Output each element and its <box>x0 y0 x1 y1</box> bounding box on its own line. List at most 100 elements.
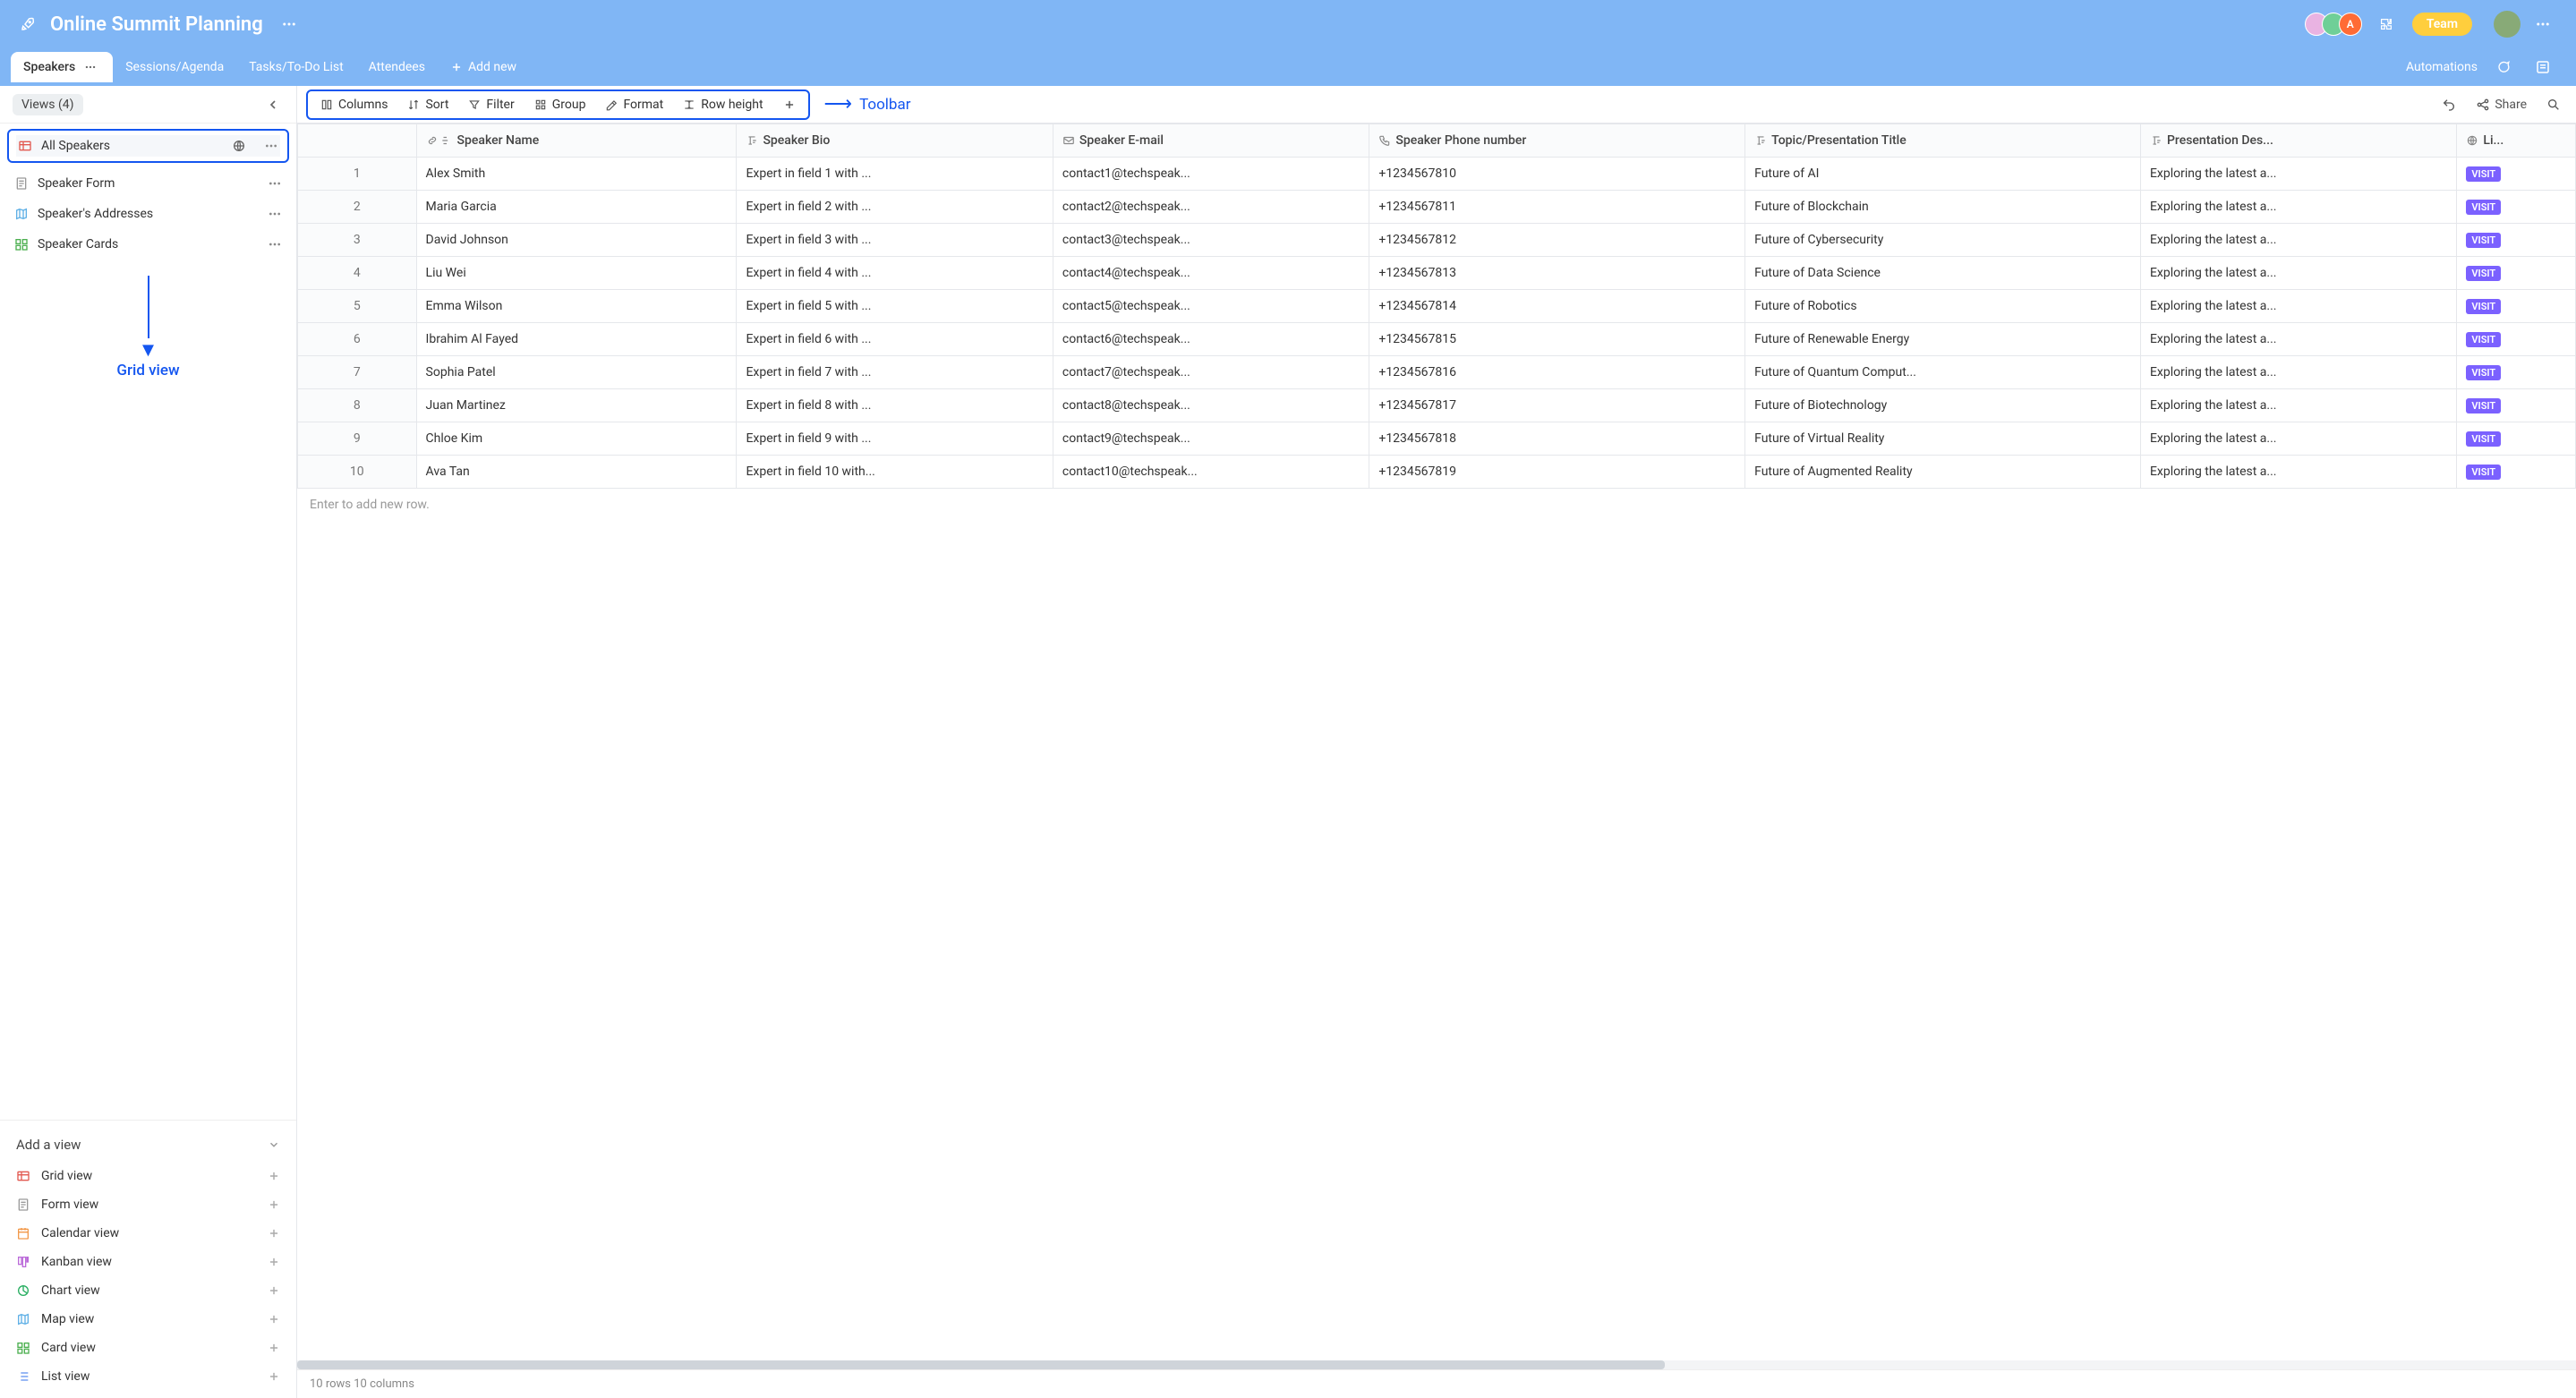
cell-topic[interactable]: Future of Quantum Comput... <box>1745 356 2141 389</box>
cell-description[interactable]: Exploring the latest a... <box>2140 422 2456 456</box>
tab-attendees[interactable]: Attendees <box>356 52 438 82</box>
table-row[interactable]: 8Juan MartinezExpert in field 8 with ...… <box>298 389 2576 422</box>
cell-email[interactable]: contact3@techspeak... <box>1053 224 1369 257</box>
cell-link[interactable]: VISIT <box>2457 158 2576 191</box>
column-header[interactable]: Speaker E-mail <box>1053 124 1369 158</box>
cell-link[interactable]: VISIT <box>2457 257 2576 290</box>
share-button[interactable]: Share <box>2471 93 2531 116</box>
cell-topic[interactable]: Future of Data Science <box>1745 257 2141 290</box>
cell-topic[interactable]: Future of Virtual Reality <box>1745 422 2141 456</box>
visit-badge[interactable]: VISIT <box>2466 266 2501 281</box>
add-row-prompt[interactable]: Enter to add new row. <box>297 489 2576 521</box>
toolbar-add-button[interactable] <box>774 94 805 115</box>
cell-link[interactable]: VISIT <box>2457 422 2576 456</box>
cell-link[interactable]: VISIT <box>2457 224 2576 257</box>
search-button[interactable] <box>2542 93 2565 116</box>
cell-email[interactable]: contact6@techspeak... <box>1053 323 1369 356</box>
cell-description[interactable]: Exploring the latest a... <box>2140 224 2456 257</box>
add-view-option[interactable]: Kanban view <box>0 1248 296 1276</box>
add-view-option[interactable]: List view <box>0 1362 296 1391</box>
cell-description[interactable]: Exploring the latest a... <box>2140 257 2456 290</box>
cell-name[interactable]: Ibrahim Al Fayed <box>416 323 737 356</box>
cell-name[interactable]: Sophia Patel <box>416 356 737 389</box>
table-row[interactable]: 2Maria GarciaExpert in field 2 with ...c… <box>298 191 2576 224</box>
view-menu-icon[interactable] <box>268 176 282 191</box>
tab-menu-icon[interactable] <box>81 61 100 73</box>
add-view-header[interactable]: Add a view <box>0 1128 296 1162</box>
table-row[interactable]: 5Emma WilsonExpert in field 5 with ...co… <box>298 290 2576 323</box>
cell-topic[interactable]: Future of Robotics <box>1745 290 2141 323</box>
add-view-option[interactable]: Calendar view <box>0 1219 296 1248</box>
cell-name[interactable]: Ava Tan <box>416 456 737 489</box>
column-header[interactable]: Speaker Bio <box>737 124 1053 158</box>
cell-bio[interactable]: Expert in field 7 with ... <box>737 356 1053 389</box>
cell-name[interactable]: Alex Smith <box>416 158 737 191</box>
extensions-icon[interactable] <box>2373 11 2400 38</box>
cell-phone[interactable]: +1234567818 <box>1369 422 1745 456</box>
visit-badge[interactable]: VISIT <box>2466 431 2501 447</box>
cell-topic[interactable]: Future of Renewable Energy <box>1745 323 2141 356</box>
cell-bio[interactable]: Expert in field 1 with ... <box>737 158 1053 191</box>
cell-phone[interactable]: +1234567814 <box>1369 290 1745 323</box>
cell-email[interactable]: contact10@techspeak... <box>1053 456 1369 489</box>
visit-badge[interactable]: VISIT <box>2466 365 2501 380</box>
view-menu-icon[interactable] <box>268 237 282 251</box>
cell-name[interactable]: Emma Wilson <box>416 290 737 323</box>
column-header[interactable]: Presentation Des... <box>2140 124 2456 158</box>
visit-badge[interactable]: VISIT <box>2466 332 2501 347</box>
cell-bio[interactable]: Expert in field 2 with ... <box>737 191 1053 224</box>
automations-link[interactable]: Automations <box>2406 60 2478 74</box>
row-height-button[interactable]: Row height <box>674 93 772 116</box>
cell-phone[interactable]: +1234567813 <box>1369 257 1745 290</box>
table-row[interactable]: 1Alex SmithExpert in field 1 with ...con… <box>298 158 2576 191</box>
collapse-sidebar-icon[interactable] <box>262 94 284 115</box>
cell-link[interactable]: VISIT <box>2457 389 2576 422</box>
visit-badge[interactable]: VISIT <box>2466 166 2501 182</box>
team-badge[interactable]: Team <box>2412 13 2472 36</box>
cell-topic[interactable]: Future of Blockchain <box>1745 191 2141 224</box>
visit-badge[interactable]: VISIT <box>2466 299 2501 314</box>
view-item-all-speakers[interactable]: All Speakers <box>16 135 280 157</box>
cell-link[interactable]: VISIT <box>2457 356 2576 389</box>
cell-email[interactable]: contact7@techspeak... <box>1053 356 1369 389</box>
view-menu-icon[interactable] <box>264 139 278 153</box>
view-menu-icon[interactable] <box>268 207 282 221</box>
cell-phone[interactable]: +1234567819 <box>1369 456 1745 489</box>
cell-link[interactable]: VISIT <box>2457 323 2576 356</box>
views-count[interactable]: Views (4) <box>13 94 83 115</box>
table-row[interactable]: 3David JohnsonExpert in field 3 with ...… <box>298 224 2576 257</box>
table-row[interactable]: 9Chloe KimExpert in field 9 with ...cont… <box>298 422 2576 456</box>
cell-link[interactable]: VISIT <box>2457 290 2576 323</box>
columns-button[interactable]: Columns <box>311 93 397 116</box>
tab-sessions[interactable]: Sessions/Agenda <box>113 52 236 82</box>
cell-bio[interactable]: Expert in field 9 with ... <box>737 422 1053 456</box>
cell-bio[interactable]: Expert in field 6 with ... <box>737 323 1053 356</box>
visit-badge[interactable]: VISIT <box>2466 398 2501 413</box>
cell-topic[interactable]: Future of AI <box>1745 158 2141 191</box>
cell-phone[interactable]: +1234567812 <box>1369 224 1745 257</box>
group-button[interactable]: Group <box>525 93 595 116</box>
cell-link[interactable]: VISIT <box>2457 191 2576 224</box>
table-row[interactable]: 6Ibrahim Al FayedExpert in field 6 with … <box>298 323 2576 356</box>
cell-topic[interactable]: Future of Biotechnology <box>1745 389 2141 422</box>
cell-name[interactable]: David Johnson <box>416 224 737 257</box>
activity-icon[interactable] <box>2529 54 2556 81</box>
cell-email[interactable]: contact2@techspeak... <box>1053 191 1369 224</box>
cell-phone[interactable]: +1234567810 <box>1369 158 1745 191</box>
cell-description[interactable]: Exploring the latest a... <box>2140 158 2456 191</box>
collaborator-avatars[interactable]: A <box>2311 13 2362 36</box>
cell-description[interactable]: Exploring the latest a... <box>2140 356 2456 389</box>
cell-phone[interactable]: +1234567816 <box>1369 356 1745 389</box>
column-header[interactable]: Topic/Presentation Title <box>1745 124 2141 158</box>
add-new-tab[interactable]: Add new <box>438 52 529 82</box>
visit-badge[interactable]: VISIT <box>2466 200 2501 215</box>
sort-button[interactable]: Sort <box>398 93 457 116</box>
cell-bio[interactable]: Expert in field 8 with ... <box>737 389 1053 422</box>
cell-link[interactable]: VISIT <box>2457 456 2576 489</box>
cell-email[interactable]: contact5@techspeak... <box>1053 290 1369 323</box>
visit-badge[interactable]: VISIT <box>2466 465 2501 480</box>
cell-name[interactable]: Liu Wei <box>416 257 737 290</box>
undo-button[interactable] <box>2437 93 2461 116</box>
table-row[interactable]: 10Ava TanExpert in field 10 with...conta… <box>298 456 2576 489</box>
comments-icon[interactable] <box>2490 54 2517 81</box>
